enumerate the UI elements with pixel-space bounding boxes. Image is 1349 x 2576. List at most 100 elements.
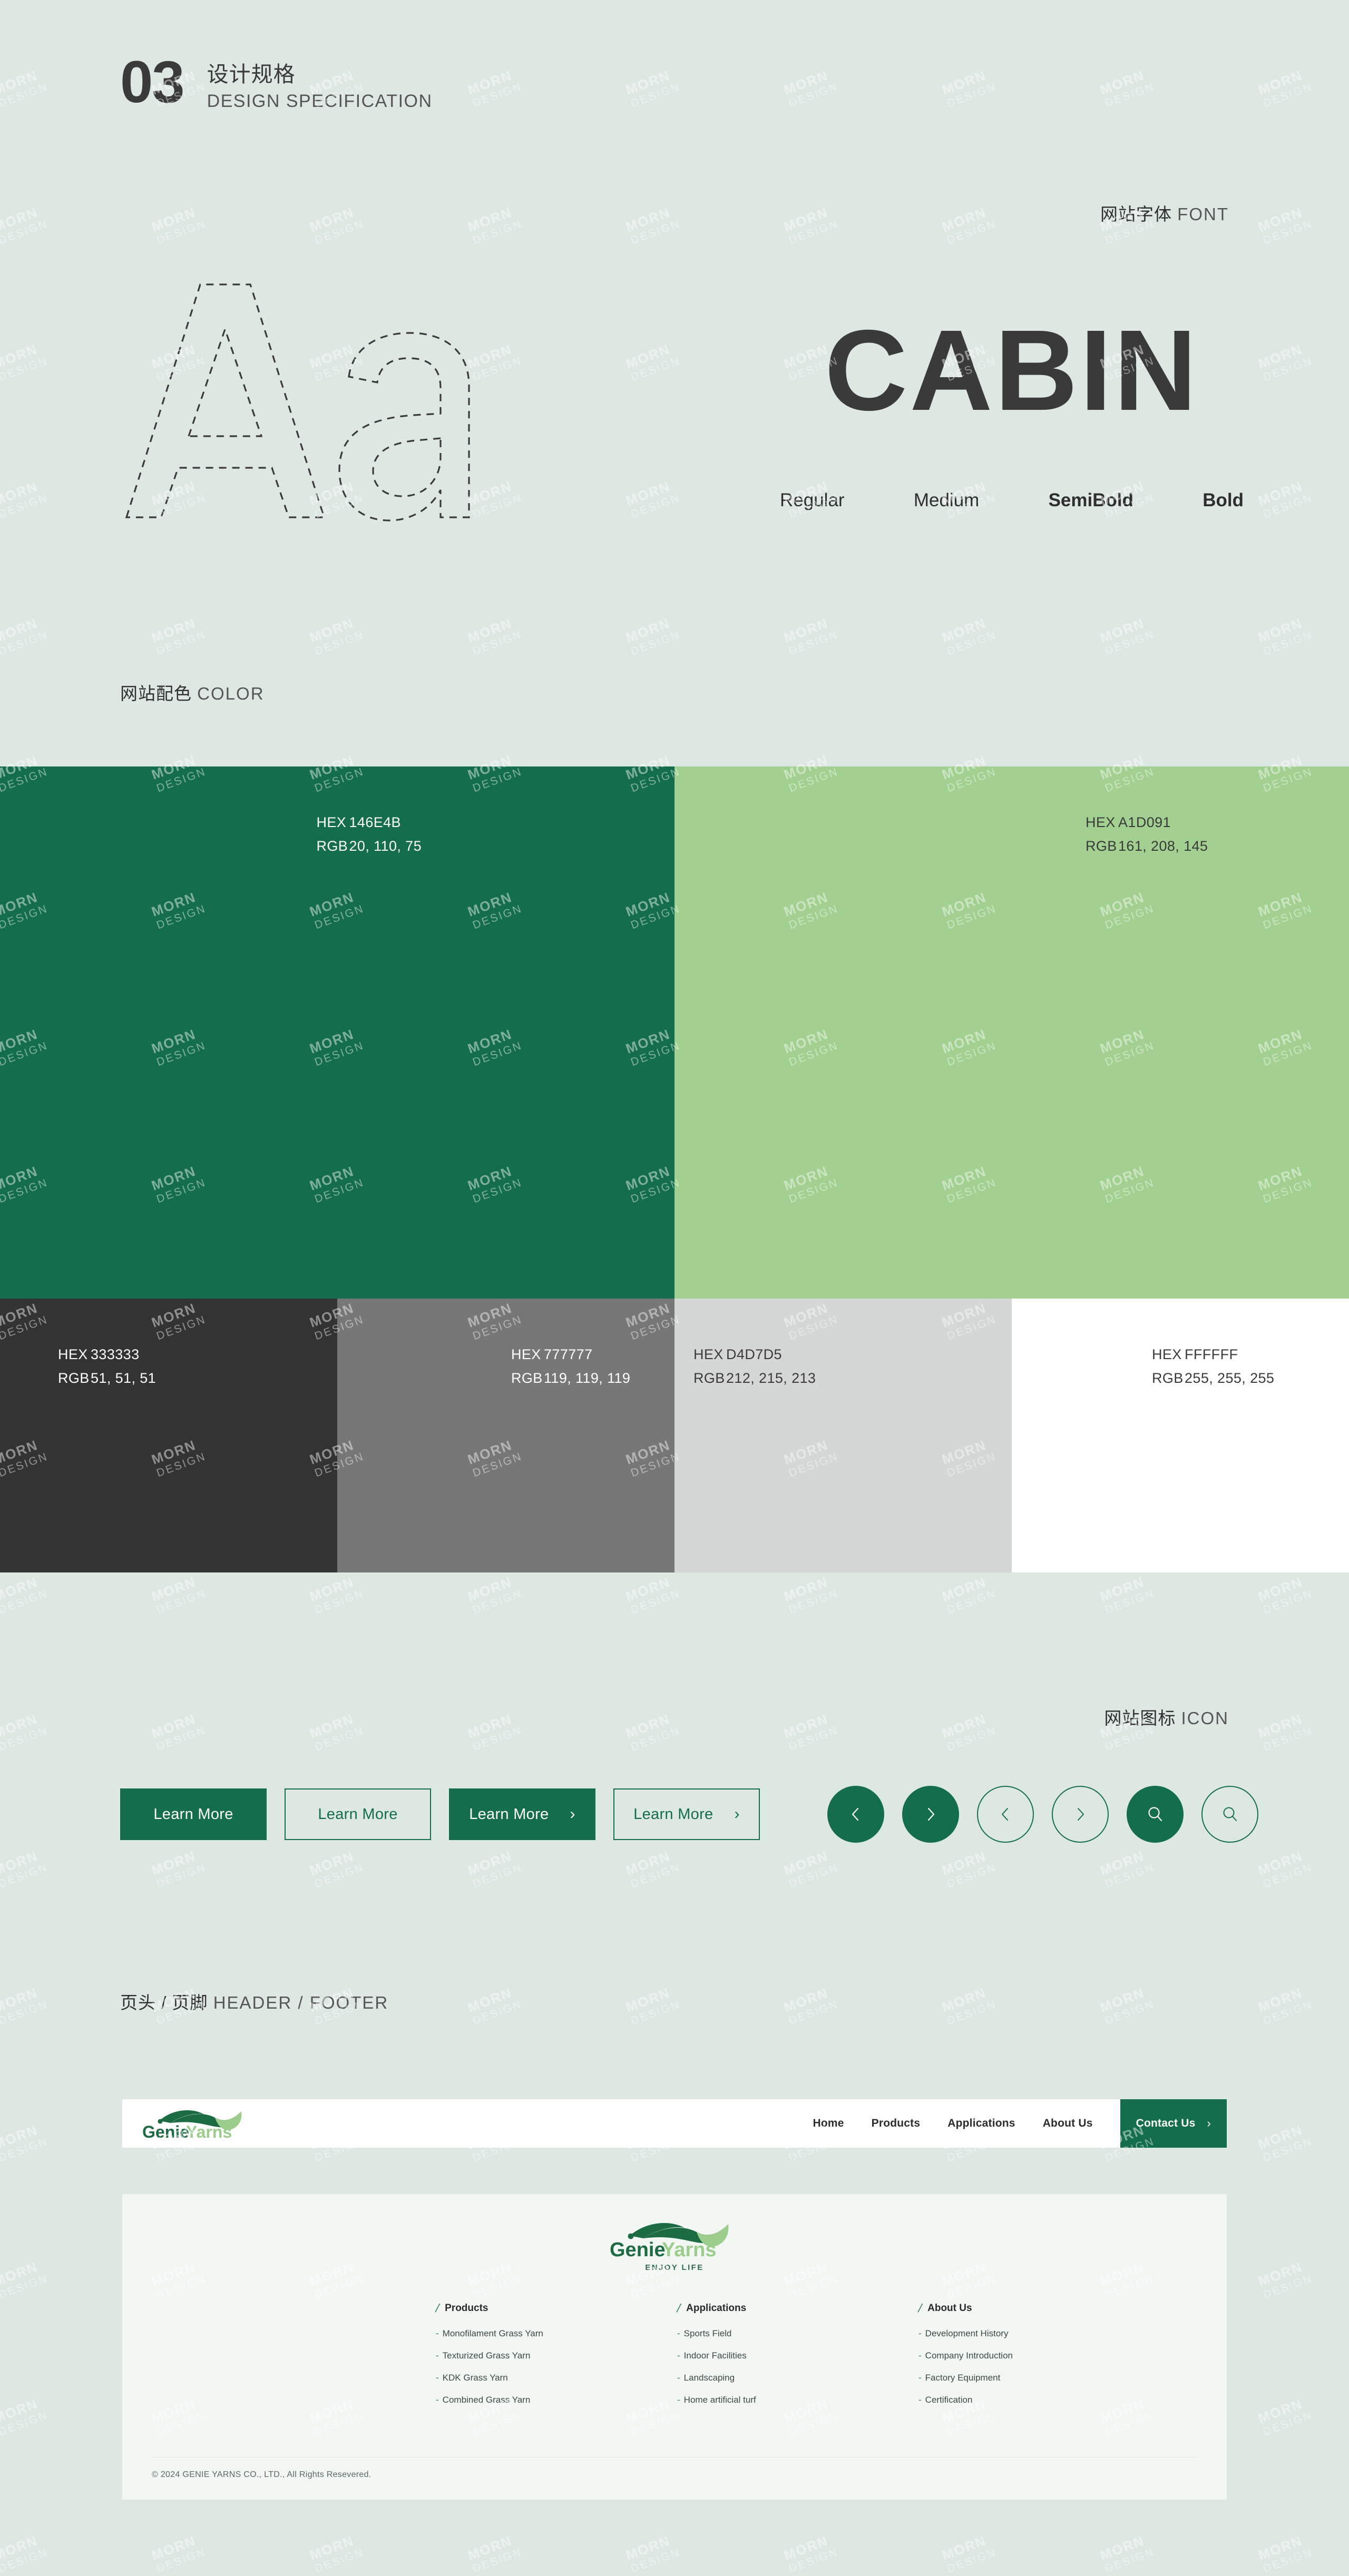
footer-link-columns: / Products - Monofilament Grass Yarn - Tex… bbox=[122, 2302, 1227, 2417]
list-item[interactable]: - Combined Grass Yarn bbox=[436, 2395, 560, 2405]
rgb-value: 20, 110, 75 bbox=[349, 838, 422, 854]
watermark: MORN DESIGN bbox=[623, 1710, 682, 1754]
watermark: MORN DESIGN bbox=[465, 615, 524, 658]
search-button-outlined[interactable] bbox=[1201, 1786, 1258, 1843]
next-button-outlined[interactable] bbox=[1052, 1786, 1109, 1843]
icon-label-cn: 网站图标 bbox=[1104, 1708, 1176, 1728]
watermark: MORN DESIGN bbox=[149, 1710, 208, 1754]
hex-key: HEX bbox=[1086, 814, 1116, 830]
rgb-value: 51, 51, 51 bbox=[91, 1370, 157, 1386]
watermark: MORN DESIGN bbox=[0, 341, 50, 384]
rgb-key: RGB bbox=[58, 1370, 90, 1386]
contact-us-button[interactable]: Contact Us › bbox=[1120, 2099, 1227, 2148]
footer-column-title: / Products bbox=[434, 2302, 560, 2315]
nav-item-home[interactable]: Home bbox=[813, 2117, 844, 2130]
list-item[interactable]: - Indoor Facilities bbox=[677, 2351, 801, 2361]
chevron-right-icon: › bbox=[570, 1805, 575, 1823]
watermark: MORN DESIGN bbox=[0, 615, 50, 658]
watermark: MORN DESIGN bbox=[1098, 1574, 1157, 1617]
watermark: MORN DESIGN bbox=[940, 204, 999, 247]
footer-link-label: Texturized Grass Yarn bbox=[442, 2351, 531, 2361]
list-item[interactable]: - Texturized Grass Yarn bbox=[436, 2351, 560, 2361]
watermark: MORN DESIGN bbox=[940, 1710, 999, 1754]
list-item[interactable]: - Sports Field bbox=[677, 2328, 801, 2339]
watermark: MORN DESIGN bbox=[0, 1710, 50, 1754]
dash-icon: - bbox=[436, 2351, 439, 2361]
search-button-filled[interactable] bbox=[1127, 1786, 1184, 1843]
contact-us-label: Contact Us bbox=[1136, 2117, 1196, 2129]
watermark: MORN DESIGN bbox=[781, 67, 840, 110]
watermark: MORN DESIGN bbox=[465, 2532, 524, 2575]
learn-more-button-outlined[interactable]: Learn More bbox=[285, 1788, 431, 1840]
nav-item-applications[interactable]: Applications bbox=[947, 2117, 1015, 2130]
list-item[interactable]: - Landscaping bbox=[677, 2373, 801, 2383]
footer-column-about-us: / About Us - Development History - Company… bbox=[917, 2302, 1043, 2417]
footer-column-title-text: Applications bbox=[686, 2303, 747, 2314]
footer-logo[interactable]: Genie Yarns ENJOY LIFE bbox=[122, 2194, 1227, 2272]
list-item[interactable]: - Certification bbox=[918, 2395, 1043, 2405]
list-item[interactable]: - Factory Equipment bbox=[918, 2373, 1043, 2383]
footer-column-applications: / Applications - Sports Field - Indoor Fac… bbox=[676, 2302, 801, 2417]
color-section-label: 网站配色 COLOR bbox=[120, 680, 265, 705]
watermark: MORN DESIGN bbox=[1256, 2532, 1315, 2575]
dash-icon: - bbox=[677, 2395, 680, 2405]
watermark: MORN DESIGN bbox=[0, 204, 50, 247]
site-header-mock: Genie Yarns Home Products Applications A… bbox=[122, 2099, 1227, 2148]
footer-column-title: / About Us bbox=[917, 2302, 1043, 2315]
watermark: MORN DESIGN bbox=[1256, 2395, 1315, 2439]
watermark: MORN DESIGN bbox=[940, 1574, 999, 1617]
watermark: MORN DESIGN bbox=[781, 1710, 840, 1754]
watermark: MORN DESIGN bbox=[307, 615, 366, 658]
learn-more-button-filled-arrow[interactable]: Learn More › bbox=[449, 1788, 595, 1840]
list-item[interactable]: - Development History bbox=[918, 2328, 1043, 2339]
page-title: 03 设计规格 DESIGN SPECIFICATION bbox=[120, 52, 433, 112]
chevron-right-icon: › bbox=[734, 1805, 740, 1823]
next-button-filled[interactable] bbox=[902, 1786, 959, 1843]
font-weight-regular: Regular bbox=[780, 490, 845, 510]
learn-more-button-outlined-arrow[interactable]: Learn More › bbox=[613, 1788, 760, 1840]
list-item[interactable]: - Company Introduction bbox=[918, 2351, 1043, 2361]
watermark: MORN DESIGN bbox=[307, 1574, 366, 1617]
rgb-value: 119, 119, 119 bbox=[544, 1370, 631, 1386]
nav-item-products[interactable]: Products bbox=[872, 2117, 921, 2130]
dash-icon: - bbox=[436, 2328, 439, 2338]
watermark: MORN DESIGN bbox=[1256, 204, 1315, 247]
learn-more-button-filled[interactable]: Learn More bbox=[120, 1788, 267, 1840]
watermark: MORN DESIGN bbox=[465, 204, 524, 247]
svg-text:Yarns: Yarns bbox=[186, 2122, 232, 2140]
list-item[interactable]: - Home artificial turf bbox=[677, 2395, 801, 2405]
watermark: MORN DESIGN bbox=[623, 615, 682, 658]
header-logo[interactable]: Genie Yarns bbox=[141, 2107, 252, 2140]
watermark: MORN DESIGN bbox=[940, 2532, 999, 2575]
hex-key: HEX bbox=[511, 1346, 541, 1362]
list-item[interactable]: - KDK Grass Yarn bbox=[436, 2373, 560, 2383]
hex-value: D4D7D5 bbox=[726, 1346, 782, 1362]
nav-item-about-us[interactable]: About Us bbox=[1043, 2117, 1093, 2130]
watermark: MORN DESIGN bbox=[623, 67, 682, 110]
footer-link-label: Development History bbox=[925, 2328, 1009, 2338]
watermark: MORN DESIGN bbox=[149, 2532, 208, 2575]
rgb-key: RGB bbox=[1152, 1370, 1184, 1386]
chevron-left-icon bbox=[847, 1805, 865, 1823]
footer-link-label: Monofilament Grass Yarn bbox=[442, 2328, 543, 2338]
watermark: MORN DESIGN bbox=[940, 1984, 999, 2028]
watermark: MORN DESIGN bbox=[465, 1574, 524, 1617]
list-item[interactable]: - Monofilament Grass Yarn bbox=[436, 2328, 560, 2339]
watermark: MORN DESIGN bbox=[149, 1574, 208, 1617]
footer-link-label: Company Introduction bbox=[925, 2351, 1013, 2361]
learn-more-label: Learn More bbox=[318, 1805, 398, 1823]
watermark: MORN DESIGN bbox=[0, 2121, 50, 2165]
watermark: MORN DESIGN bbox=[0, 2532, 50, 2575]
font-weight-list: Regular Medium SemiBold Bold bbox=[780, 490, 1244, 511]
rgb-key: RGB bbox=[316, 838, 348, 854]
watermark: MORN DESIGN bbox=[1098, 615, 1157, 658]
header-footer-section-label: 页头 / 页脚 HEADER / FOOTER bbox=[120, 1989, 388, 2014]
watermark: MORN DESIGN bbox=[1256, 2121, 1315, 2165]
font-label-cn: 网站字体 bbox=[1100, 204, 1172, 224]
prev-button-filled[interactable] bbox=[827, 1786, 884, 1843]
watermark: MORN DESIGN bbox=[1098, 2532, 1157, 2575]
color-label-en: COLOR bbox=[197, 684, 265, 703]
prev-button-outlined[interactable] bbox=[977, 1786, 1034, 1843]
watermark: MORN DESIGN bbox=[1256, 1984, 1315, 2028]
watermark: MORN DESIGN bbox=[623, 1574, 682, 1617]
